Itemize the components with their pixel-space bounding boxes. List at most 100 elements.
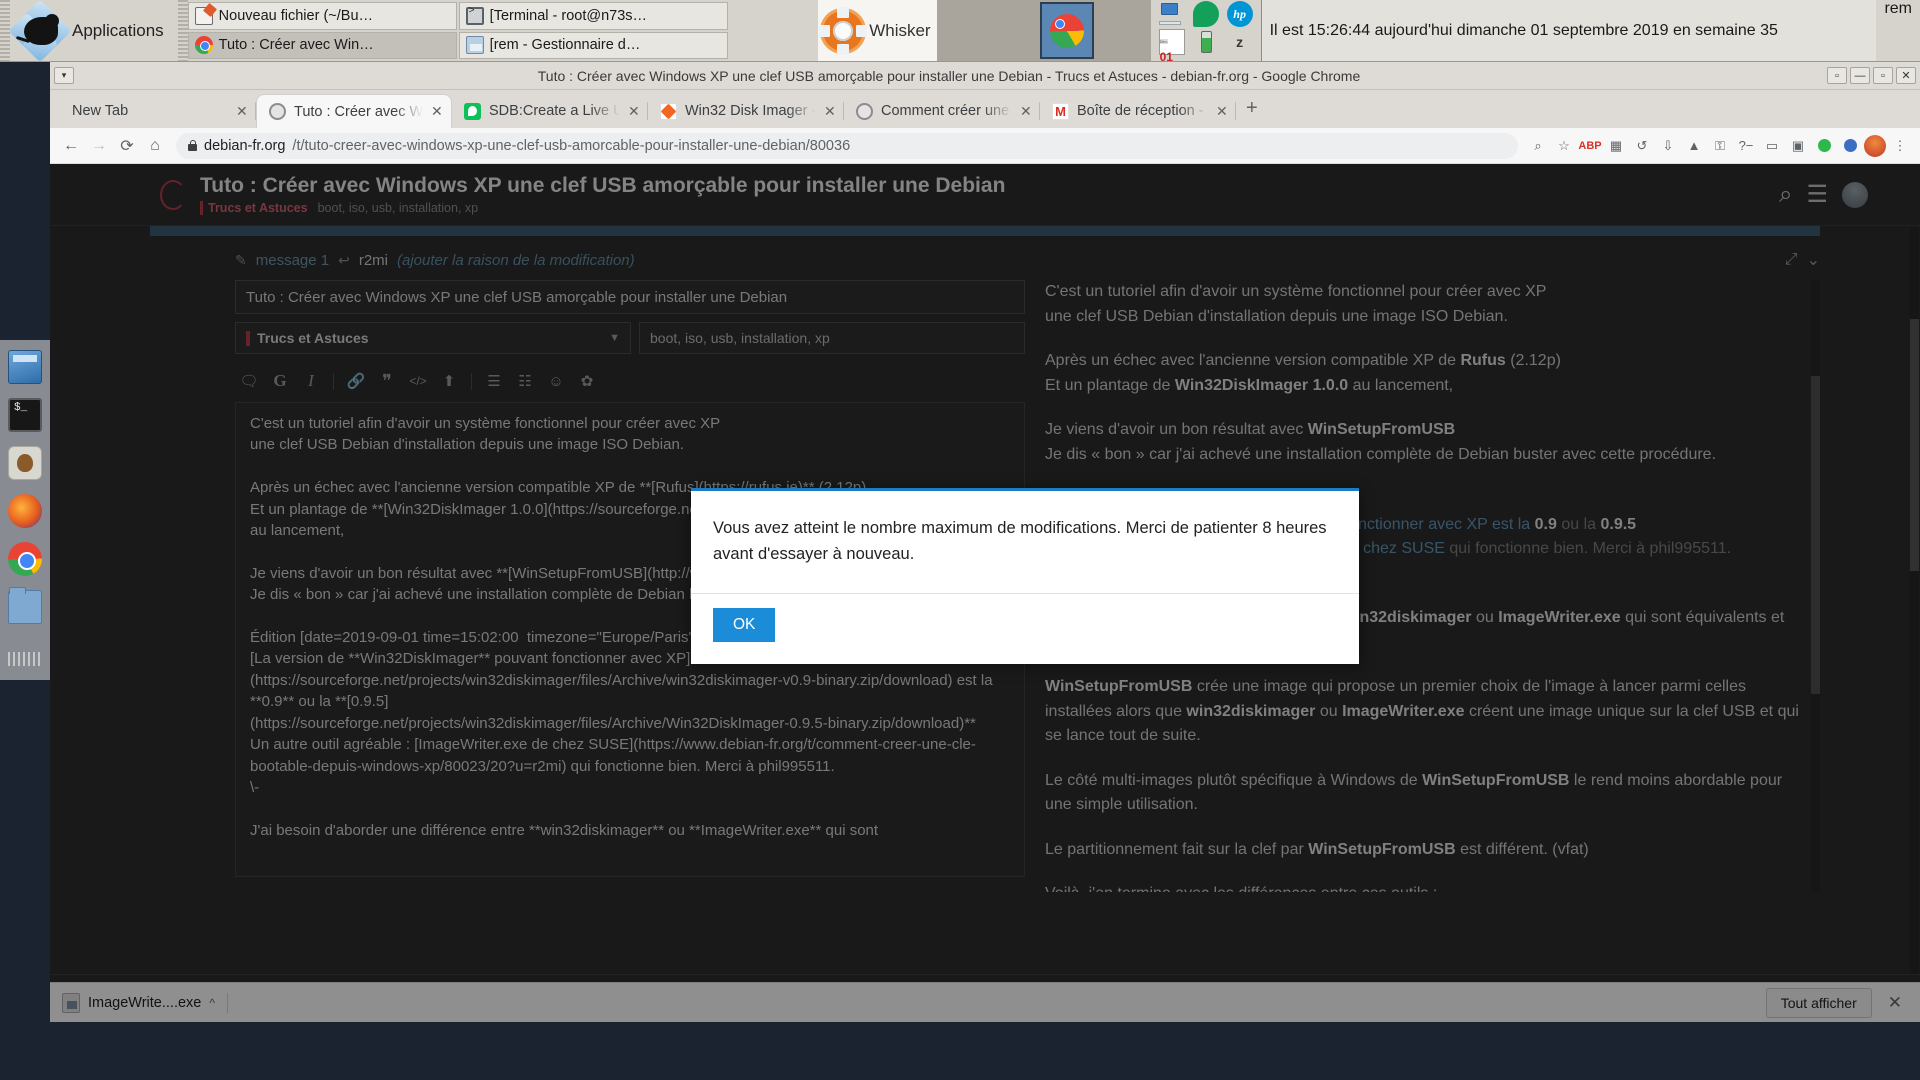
workspace-2-active[interactable] [1039,2,1094,59]
italic-icon[interactable]: I [297,368,325,394]
cast-icon[interactable]: ▣ [1786,134,1810,158]
key-icon[interactable]: ⚿ [1708,134,1732,158]
question-icon[interactable]: ?− [1734,134,1758,158]
dot-blue-icon[interactable] [1838,134,1862,158]
close-icon[interactable]: ✕ [431,103,443,120]
tab-comment-creer-une-cle[interactable]: Comment créer une clé bootable ✕ [844,94,1040,128]
win32diskimager-link[interactable]: Win32DiskImager 1.0.0 [1175,377,1348,394]
blockquote-icon[interactable]: ❞ [373,368,401,394]
download-item[interactable]: ImageWrite....exe ^ [62,992,228,1013]
emoji-icon[interactable]: ☺ [542,368,570,394]
markdown-scrollbar[interactable] [1910,227,1919,1021]
launcher-firefox-icon[interactable] [8,494,42,528]
chevron-down-icon[interactable]: ⌄ [1807,250,1820,270]
tab-sdb-create-a-live-usb[interactable]: SDB:Create a Live USB ✕ [452,94,648,128]
tab-win32-disk-imager[interactable]: Win32 Disk Imager - Browse ✕ [648,94,844,128]
ok-button[interactable]: OK [713,608,776,642]
window-maximize-button[interactable]: ▫ [1873,67,1893,84]
scrollbar-thumb[interactable] [1910,319,1919,571]
preview-scrollbar[interactable] [1811,280,1820,892]
quote-bubble-icon[interactable]: 🗨 [235,368,263,394]
network-icon[interactable] [1158,1,1185,27]
upload-icon[interactable]: ⬆ [435,368,463,394]
close-icon[interactable]: ✕ [236,103,248,120]
launcher-terminal-icon[interactable] [8,398,42,432]
topic-tags[interactable]: boot, iso, usb, installation, xp [318,201,479,215]
category-badge[interactable]: Trucs et Astuces [200,201,308,215]
close-icon[interactable]: ✕ [1216,103,1228,120]
tags-input[interactable]: boot, iso, usb, installation, xp [639,322,1025,354]
panel-separator-handle[interactable] [177,0,188,61]
bullet-list-icon[interactable]: ☰ [480,368,508,394]
category-select[interactable]: Trucs et Astuces ▼ [235,322,631,354]
battery-icon[interactable] [1201,31,1213,53]
launcher-settings-icon[interactable] [8,350,42,384]
close-icon[interactable]: ✕ [1020,103,1032,120]
title-input[interactable]: Tuto : Créer avec Windows XP une clef US… [235,280,1025,314]
menu-dots-icon[interactable]: ⋮ [1888,134,1912,158]
scrollbar-thumb[interactable] [1811,376,1820,694]
avatar[interactable] [1864,134,1886,157]
panel-user-label[interactable]: rem [1876,0,1920,61]
new-tab-button[interactable]: + [1246,97,1258,120]
bookmark-star-icon[interactable]: ☆ [1552,134,1576,158]
workspace-1[interactable] [983,2,1038,59]
edit-reason-link[interactable]: (ajouter la raison de la modification) [397,252,635,269]
window-button-nouveau-fichier[interactable]: Nouveau fichier (~/Bu… [187,2,457,30]
numbered-list-icon[interactable]: ☷ [511,368,539,394]
clock-panel[interactable]: Il est 15:26:44 aujourd'hui dimanche 01 … [1260,0,1877,61]
suspend-icon[interactable]: z [1236,34,1243,50]
window-menu-button[interactable]: ▾ [54,67,74,84]
expand-icon[interactable]: ⤢ [1785,251,1798,269]
zoom-icon[interactable]: ⌕ [1526,134,1550,158]
search-icon[interactable]: ⌕ [1779,181,1792,209]
whisker-menu-button[interactable]: Whisker [818,0,937,61]
window-minimize-button[interactable]: — [1850,67,1870,84]
dot-green-icon[interactable] [1812,134,1836,158]
address-bar[interactable]: debian-fr.org/t/tuto-creer-avec-windows-… [176,132,1518,159]
back-button[interactable]: ← [58,133,84,159]
dock-handle[interactable] [8,652,42,666]
version-095-link[interactable]: 0.9.5 [1600,516,1636,533]
window-button-chrome-tuto[interactable]: Tuto : Créer avec Win… [187,31,457,59]
forward-button[interactable]: → [86,133,112,159]
window-button-file-manager[interactable]: [rem - Gestionnaire d… [458,31,728,59]
chevron-up-icon[interactable]: ^ [209,996,215,1010]
bold-icon[interactable]: G [266,368,294,394]
puzzle-icon[interactable]: ▦ [1604,134,1628,158]
close-icon[interactable]: ✕ [1882,993,1908,1013]
launcher-chrome-icon[interactable] [8,542,42,576]
rufus-link[interactable]: Rufus [1460,352,1505,369]
close-icon[interactable]: ✕ [628,103,640,120]
close-icon[interactable]: ✕ [824,103,836,120]
hp-support-icon[interactable]: hp [1226,1,1253,27]
history-icon[interactable]: ↺ [1630,134,1654,158]
reload-button[interactable]: ⟳ [114,133,140,159]
editor-drag-handle[interactable] [150,226,1820,236]
adblock-icon[interactable]: ABP [1578,134,1602,158]
post-number-link[interactable]: message 1 [256,252,329,269]
messaging-balloon-icon[interactable] [1192,1,1219,27]
winsetupfromusb-link[interactable]: WinSetupFromUSB [1308,421,1455,438]
avatar[interactable] [1842,181,1868,208]
workspace-switcher[interactable] [982,0,1151,61]
home-button[interactable]: ⌂ [142,133,168,159]
link-icon[interactable]: 🔗 [342,368,370,394]
panel-drag-handle[interactable] [0,0,10,61]
launcher-file-manager-icon[interactable] [8,587,42,624]
calendar-icon[interactable]: Dim. 01 SEPT. [1158,29,1185,80]
window-shade-button[interactable]: ▫ [1827,67,1847,84]
code-icon[interactable]: </> [404,368,432,394]
tab-boite-de-reception[interactable]: M Boîte de réception - remi ✕ [1040,94,1236,128]
show-all-downloads-button[interactable]: Tout afficher [1765,987,1872,1018]
bookmark-manager-icon[interactable]: ▭ [1760,134,1784,158]
options-gear-icon[interactable]: ✿ [573,368,601,394]
workspace-3[interactable] [1095,2,1150,59]
download-icon[interactable]: ⇩ [1656,134,1680,158]
window-button-terminal[interactable]: [Terminal - root@n73s… [458,2,728,30]
hamburger-menu-icon[interactable]: ☰ [1806,180,1828,209]
shield-icon[interactable]: ▲ [1682,134,1706,158]
tab-new-tab[interactable]: New Tab ✕ [60,94,256,128]
tab-tuto-creer-avec-windows-xp[interactable]: Tuto : Créer avec Windows XP une ✕ [256,94,452,128]
launcher-gimp-icon[interactable] [8,446,42,480]
